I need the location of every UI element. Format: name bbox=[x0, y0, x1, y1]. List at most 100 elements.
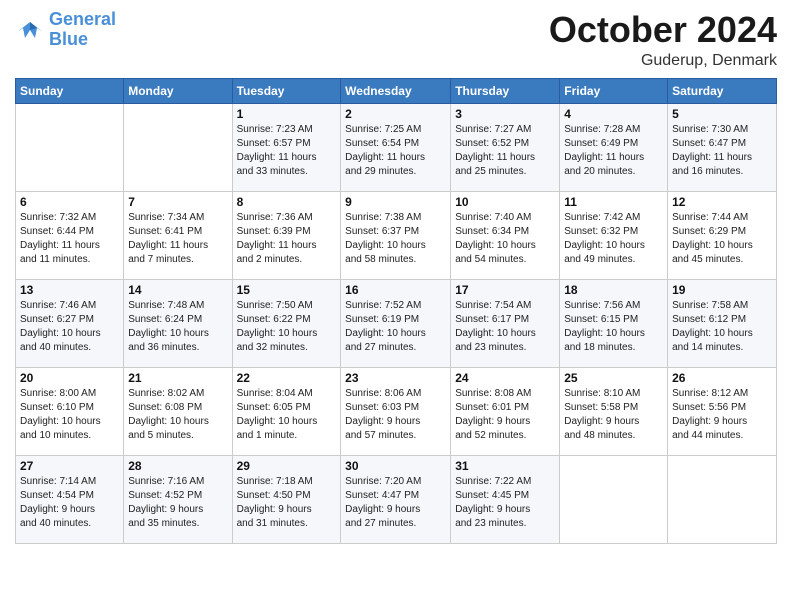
calendar-cell bbox=[668, 455, 777, 543]
calendar-cell: 19 Sunrise: 7:58 AM Sunset: 6:12 PM Dayli… bbox=[668, 279, 777, 367]
day-info: Sunrise: 8:08 AM Sunset: 6:01 PM Dayligh… bbox=[455, 387, 555, 443]
day-number: 4 bbox=[564, 107, 663, 121]
calendar-cell: 20 Sunrise: 8:00 AM Sunset: 6:10 PM Dayli… bbox=[16, 367, 124, 455]
day-info: Sunrise: 7:42 AM Sunset: 6:32 PM Dayligh… bbox=[564, 211, 663, 267]
day-info: Sunrise: 7:30 AM Sunset: 6:47 PM Dayligh… bbox=[672, 123, 772, 179]
weekday-header-sunday: Sunday bbox=[16, 78, 124, 103]
calendar-cell: 22 Sunrise: 8:04 AM Sunset: 6:05 PM Dayli… bbox=[232, 367, 341, 455]
calendar-cell: 23 Sunrise: 8:06 AM Sunset: 6:03 PM Dayli… bbox=[341, 367, 451, 455]
day-info: Sunrise: 7:20 AM Sunset: 4:47 PM Dayligh… bbox=[345, 475, 446, 531]
day-number: 24 bbox=[455, 371, 555, 385]
weekday-header-saturday: Saturday bbox=[668, 78, 777, 103]
page: General Blue October 2024 Guderup, Denma… bbox=[0, 0, 792, 612]
calendar-cell: 30 Sunrise: 7:20 AM Sunset: 4:47 PM Dayli… bbox=[341, 455, 451, 543]
day-info: Sunrise: 8:00 AM Sunset: 6:10 PM Dayligh… bbox=[20, 387, 119, 443]
day-info: Sunrise: 7:40 AM Sunset: 6:34 PM Dayligh… bbox=[455, 211, 555, 267]
day-number: 21 bbox=[128, 371, 227, 385]
calendar-cell: 6 Sunrise: 7:32 AM Sunset: 6:44 PM Daylig… bbox=[16, 191, 124, 279]
calendar-cell: 26 Sunrise: 8:12 AM Sunset: 5:56 PM Dayli… bbox=[668, 367, 777, 455]
day-number: 2 bbox=[345, 107, 446, 121]
day-info: Sunrise: 7:28 AM Sunset: 6:49 PM Dayligh… bbox=[564, 123, 663, 179]
day-info: Sunrise: 8:10 AM Sunset: 5:58 PM Dayligh… bbox=[564, 387, 663, 443]
weekday-header-monday: Monday bbox=[124, 78, 232, 103]
day-number: 27 bbox=[20, 459, 119, 473]
calendar-cell: 2Sunrise: 7:25 AM Sunset: 6:54 PM Daylig… bbox=[341, 103, 451, 191]
calendar-cell: 24 Sunrise: 8:08 AM Sunset: 6:01 PM Dayli… bbox=[451, 367, 560, 455]
calendar-cell: 21 Sunrise: 8:02 AM Sunset: 6:08 PM Dayli… bbox=[124, 367, 232, 455]
logo-line1: General bbox=[49, 9, 116, 29]
day-number: 19 bbox=[672, 283, 772, 297]
day-number: 11 bbox=[564, 195, 663, 209]
day-number: 20 bbox=[20, 371, 119, 385]
day-info: Sunrise: 8:12 AM Sunset: 5:56 PM Dayligh… bbox=[672, 387, 772, 443]
calendar-week-2: 6 Sunrise: 7:32 AM Sunset: 6:44 PM Daylig… bbox=[16, 191, 777, 279]
day-info: Sunrise: 7:32 AM Sunset: 6:44 PM Dayligh… bbox=[20, 211, 119, 267]
day-number: 16 bbox=[345, 283, 446, 297]
day-info: Sunrise: 7:14 AM Sunset: 4:54 PM Dayligh… bbox=[20, 475, 119, 531]
day-number: 31 bbox=[455, 459, 555, 473]
calendar-cell: 11 Sunrise: 7:42 AM Sunset: 6:32 PM Dayli… bbox=[560, 191, 668, 279]
day-info: Sunrise: 8:02 AM Sunset: 6:08 PM Dayligh… bbox=[128, 387, 227, 443]
day-info: Sunrise: 7:44 AM Sunset: 6:29 PM Dayligh… bbox=[672, 211, 772, 267]
day-number: 28 bbox=[128, 459, 227, 473]
day-number: 3 bbox=[455, 107, 555, 121]
calendar-cell bbox=[16, 103, 124, 191]
weekday-header-wednesday: Wednesday bbox=[341, 78, 451, 103]
logo: General Blue bbox=[15, 10, 116, 50]
calendar-cell: 31Sunrise: 7:22 AM Sunset: 4:45 PM Dayli… bbox=[451, 455, 560, 543]
day-number: 6 bbox=[20, 195, 119, 209]
day-info: Sunrise: 7:18 AM Sunset: 4:50 PM Dayligh… bbox=[237, 475, 337, 531]
calendar-week-1: 1 Sunrise: 7:23 AM Sunset: 6:57 PM Daylig… bbox=[16, 103, 777, 191]
day-info: Sunrise: 8:06 AM Sunset: 6:03 PM Dayligh… bbox=[345, 387, 446, 443]
day-number: 8 bbox=[237, 195, 337, 209]
day-info: Sunrise: 7:50 AM Sunset: 6:22 PM Dayligh… bbox=[237, 299, 337, 355]
calendar-week-5: 27 Sunrise: 7:14 AM Sunset: 4:54 PM Dayli… bbox=[16, 455, 777, 543]
calendar-week-4: 20 Sunrise: 8:00 AM Sunset: 6:10 PM Dayli… bbox=[16, 367, 777, 455]
day-number: 10 bbox=[455, 195, 555, 209]
weekday-header-thursday: Thursday bbox=[451, 78, 560, 103]
day-info: Sunrise: 8:04 AM Sunset: 6:05 PM Dayligh… bbox=[237, 387, 337, 443]
calendar-cell: 29 Sunrise: 7:18 AM Sunset: 4:50 PM Dayli… bbox=[232, 455, 341, 543]
calendar-week-3: 13Sunrise: 7:46 AM Sunset: 6:27 PM Dayli… bbox=[16, 279, 777, 367]
day-number: 22 bbox=[237, 371, 337, 385]
calendar-cell: 3 Sunrise: 7:27 AM Sunset: 6:52 PM Daylig… bbox=[451, 103, 560, 191]
calendar-cell: 17 Sunrise: 7:54 AM Sunset: 6:17 PM Dayli… bbox=[451, 279, 560, 367]
calendar-cell: 27 Sunrise: 7:14 AM Sunset: 4:54 PM Dayli… bbox=[16, 455, 124, 543]
day-info: Sunrise: 7:16 AM Sunset: 4:52 PM Dayligh… bbox=[128, 475, 227, 531]
day-number: 1 bbox=[237, 107, 337, 121]
weekday-header-tuesday: Tuesday bbox=[232, 78, 341, 103]
day-number: 18 bbox=[564, 283, 663, 297]
title-block: October 2024 Guderup, Denmark bbox=[549, 10, 777, 70]
calendar: SundayMondayTuesdayWednesdayThursdayFrid… bbox=[15, 78, 777, 544]
day-info: Sunrise: 7:38 AM Sunset: 6:37 PM Dayligh… bbox=[345, 211, 446, 267]
calendar-cell: 5 Sunrise: 7:30 AM Sunset: 6:47 PM Daylig… bbox=[668, 103, 777, 191]
calendar-cell: 25 Sunrise: 8:10 AM Sunset: 5:58 PM Dayli… bbox=[560, 367, 668, 455]
day-number: 13 bbox=[20, 283, 119, 297]
logo-text: General Blue bbox=[49, 10, 116, 50]
calendar-cell: 9Sunrise: 7:38 AM Sunset: 6:37 PM Daylig… bbox=[341, 191, 451, 279]
logo-icon bbox=[15, 18, 45, 42]
calendar-cell: 28 Sunrise: 7:16 AM Sunset: 4:52 PM Dayli… bbox=[124, 455, 232, 543]
day-info: Sunrise: 7:36 AM Sunset: 6:39 PM Dayligh… bbox=[237, 211, 337, 267]
logo-line2: Blue bbox=[49, 29, 88, 49]
day-info: Sunrise: 7:54 AM Sunset: 6:17 PM Dayligh… bbox=[455, 299, 555, 355]
calendar-cell: 10 Sunrise: 7:40 AM Sunset: 6:34 PM Dayli… bbox=[451, 191, 560, 279]
day-number: 30 bbox=[345, 459, 446, 473]
day-info: Sunrise: 7:56 AM Sunset: 6:15 PM Dayligh… bbox=[564, 299, 663, 355]
day-number: 23 bbox=[345, 371, 446, 385]
day-info: Sunrise: 7:58 AM Sunset: 6:12 PM Dayligh… bbox=[672, 299, 772, 355]
weekday-header-row: SundayMondayTuesdayWednesdayThursdayFrid… bbox=[16, 78, 777, 103]
day-number: 17 bbox=[455, 283, 555, 297]
calendar-cell: 7Sunrise: 7:34 AM Sunset: 6:41 PM Daylig… bbox=[124, 191, 232, 279]
calendar-cell: 8 Sunrise: 7:36 AM Sunset: 6:39 PM Daylig… bbox=[232, 191, 341, 279]
calendar-cell: 12Sunrise: 7:44 AM Sunset: 6:29 PM Dayli… bbox=[668, 191, 777, 279]
day-number: 26 bbox=[672, 371, 772, 385]
day-number: 25 bbox=[564, 371, 663, 385]
calendar-cell: 16Sunrise: 7:52 AM Sunset: 6:19 PM Dayli… bbox=[341, 279, 451, 367]
day-number: 29 bbox=[237, 459, 337, 473]
calendar-cell: 18 Sunrise: 7:56 AM Sunset: 6:15 PM Dayli… bbox=[560, 279, 668, 367]
day-number: 5 bbox=[672, 107, 772, 121]
day-info: Sunrise: 7:48 AM Sunset: 6:24 PM Dayligh… bbox=[128, 299, 227, 355]
day-info: Sunrise: 7:27 AM Sunset: 6:52 PM Dayligh… bbox=[455, 123, 555, 179]
day-info: Sunrise: 7:23 AM Sunset: 6:57 PM Dayligh… bbox=[237, 123, 337, 179]
